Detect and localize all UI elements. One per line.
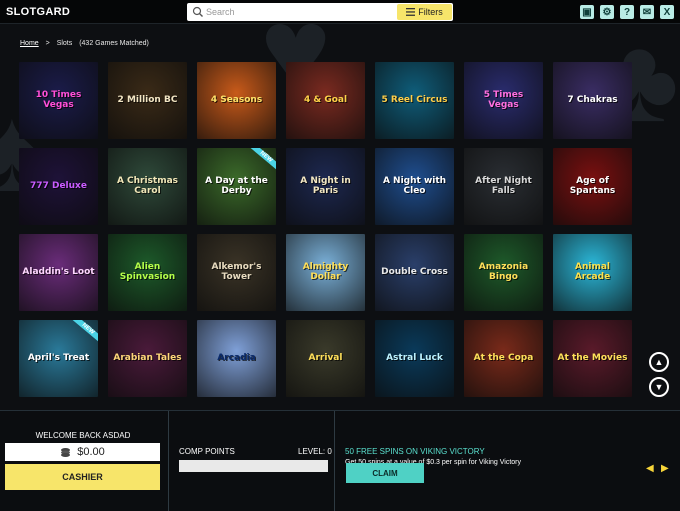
promo-title: 50 FREE SPINS ON VIKING VICTORY (345, 447, 485, 456)
game-tile[interactable]: At the Movies (553, 320, 632, 397)
game-title: Arrival (308, 352, 343, 363)
game-tile[interactable]: Aladdin's Loot (19, 234, 98, 311)
new-badge: NEW (248, 148, 276, 173)
gear-icon[interactable]: ⚙ (600, 5, 614, 19)
logo: SLOTGARD (6, 6, 71, 18)
new-badge: NEW (70, 320, 98, 345)
game-title: 5 Reel Circus (381, 94, 448, 105)
game-tile[interactable]: 5 Times Vegas (464, 62, 543, 139)
game-tile[interactable]: Double Cross (375, 234, 454, 311)
game-title: A Night with Cleo (382, 176, 447, 196)
game-title: 4 & Goal (303, 94, 348, 105)
comp-points-bar (179, 460, 328, 472)
game-tile[interactable]: 777 Deluxe (19, 148, 98, 225)
game-tile[interactable]: At the Copa (464, 320, 543, 397)
game-grid: 10 Times Vegas 2 Million BC 4 Seasons 4 & G… (19, 62, 632, 397)
welcome-text: WELCOME BACK ASDAD (35, 431, 131, 440)
game-title: At the Copa (473, 352, 534, 363)
game-tile[interactable]: 10 Times Vegas (19, 62, 98, 139)
balance-display: $0.00 (5, 443, 160, 461)
game-tile[interactable]: After Night Falls (464, 148, 543, 225)
coins-icon (61, 447, 71, 457)
scroll-up-button[interactable]: ▲ (649, 352, 669, 372)
game-title: Arabian Tales (113, 352, 182, 363)
game-tile[interactable]: Almighty Dollar (286, 234, 365, 311)
search-input[interactable] (206, 4, 396, 20)
game-title: Aladdin's Loot (22, 266, 95, 277)
game-tile[interactable]: A Christmas Carol (108, 148, 187, 225)
game-tile[interactable]: Arcadia (197, 320, 276, 397)
game-tile[interactable]: Astral Luck (375, 320, 454, 397)
game-title: A Day at the Derby (205, 176, 268, 196)
top-icons: ▣ ⚙ ? ✉ X (580, 5, 674, 19)
chat-icon[interactable]: ✉ (640, 5, 654, 19)
search-bar: Filters (187, 3, 453, 21)
filters-label: Filters (418, 7, 443, 17)
game-tile[interactable]: April's Treat NEW (19, 320, 98, 397)
game-title: 4 Seasons (210, 94, 263, 105)
game-title: 2 Million BC (117, 94, 178, 105)
filter-icon (406, 8, 416, 16)
game-tile[interactable]: 2 Million BC (108, 62, 187, 139)
game-title: Age of Spartans (569, 176, 616, 196)
balance-amount: $0.00 (77, 446, 105, 458)
game-title: Animal Arcade (574, 262, 611, 282)
divider (334, 411, 335, 511)
breadcrumb-separator: > (45, 40, 50, 47)
game-tile[interactable]: A Day at the Derby NEW (197, 148, 276, 225)
divider (168, 411, 169, 511)
breadcrumb-count: (432 Games Matched) (79, 40, 149, 47)
game-tile[interactable]: A Night with Cleo (375, 148, 454, 225)
breadcrumb: Home > Slots (432 Games Matched) (20, 40, 154, 47)
promo-next-icon[interactable]: ▶ (661, 463, 669, 474)
game-tile[interactable]: A Night in Paris (286, 148, 365, 225)
game-title: 777 Deluxe (30, 180, 87, 191)
close-icon[interactable]: X (660, 5, 674, 19)
breadcrumb-home[interactable]: Home (20, 40, 39, 47)
bottom-panel: WELCOME BACK ASDAD $0.00 CASHIER COMP PO… (0, 410, 680, 511)
game-title: After Night Falls (475, 176, 532, 196)
game-tile[interactable]: Alien Spinvasion (108, 234, 187, 311)
game-title: At the Movies (557, 352, 628, 363)
game-tile[interactable]: Amazonia Bingo (464, 234, 543, 311)
search-icon (192, 6, 203, 17)
game-title: 10 Times Vegas (35, 90, 82, 110)
breadcrumb-slots: Slots (56, 40, 73, 47)
game-title: Alien Spinvasion (119, 262, 176, 282)
cashier-button[interactable]: CASHIER (5, 464, 160, 490)
save-icon[interactable]: ▣ (580, 5, 594, 19)
game-tile[interactable]: Alkemor's Tower (197, 234, 276, 311)
game-tile[interactable]: 5 Reel Circus (375, 62, 454, 139)
game-tile[interactable]: Arabian Tales (108, 320, 187, 397)
game-tile[interactable]: Arrival (286, 320, 365, 397)
game-tile[interactable]: Age of Spartans (553, 148, 632, 225)
game-title: 5 Times Vegas (483, 90, 524, 110)
game-tile[interactable]: 4 & Goal (286, 62, 365, 139)
top-bar: SLOTGARD Filters ▣ ⚙ ? ✉ X (0, 0, 680, 24)
game-tile[interactable]: 7 Chakras (553, 62, 632, 139)
game-title: A Christmas Carol (116, 176, 179, 196)
game-title: Arcadia (217, 352, 256, 363)
game-title: April's Treat (27, 352, 90, 363)
level-label: LEVEL: 0 (298, 447, 332, 456)
game-title: Amazonia Bingo (478, 262, 529, 282)
game-tile[interactable]: Animal Arcade (553, 234, 632, 311)
claim-button[interactable]: CLAIM (346, 463, 424, 483)
help-icon[interactable]: ? (620, 5, 634, 19)
scroll-down-button[interactable]: ▼ (649, 377, 669, 397)
filters-button[interactable]: Filters (397, 4, 452, 20)
game-title: 7 Chakras (567, 94, 618, 105)
game-title: Alkemor's Tower (211, 262, 262, 282)
game-title: Almighty Dollar (302, 262, 349, 282)
game-title: Double Cross (381, 266, 448, 277)
comp-points-label: COMP POINTS (179, 447, 235, 456)
promo-prev-icon[interactable]: ◀ (646, 463, 654, 474)
game-title: A Night in Paris (300, 176, 351, 196)
game-tile[interactable]: 4 Seasons (197, 62, 276, 139)
game-title: Astral Luck (386, 352, 443, 363)
